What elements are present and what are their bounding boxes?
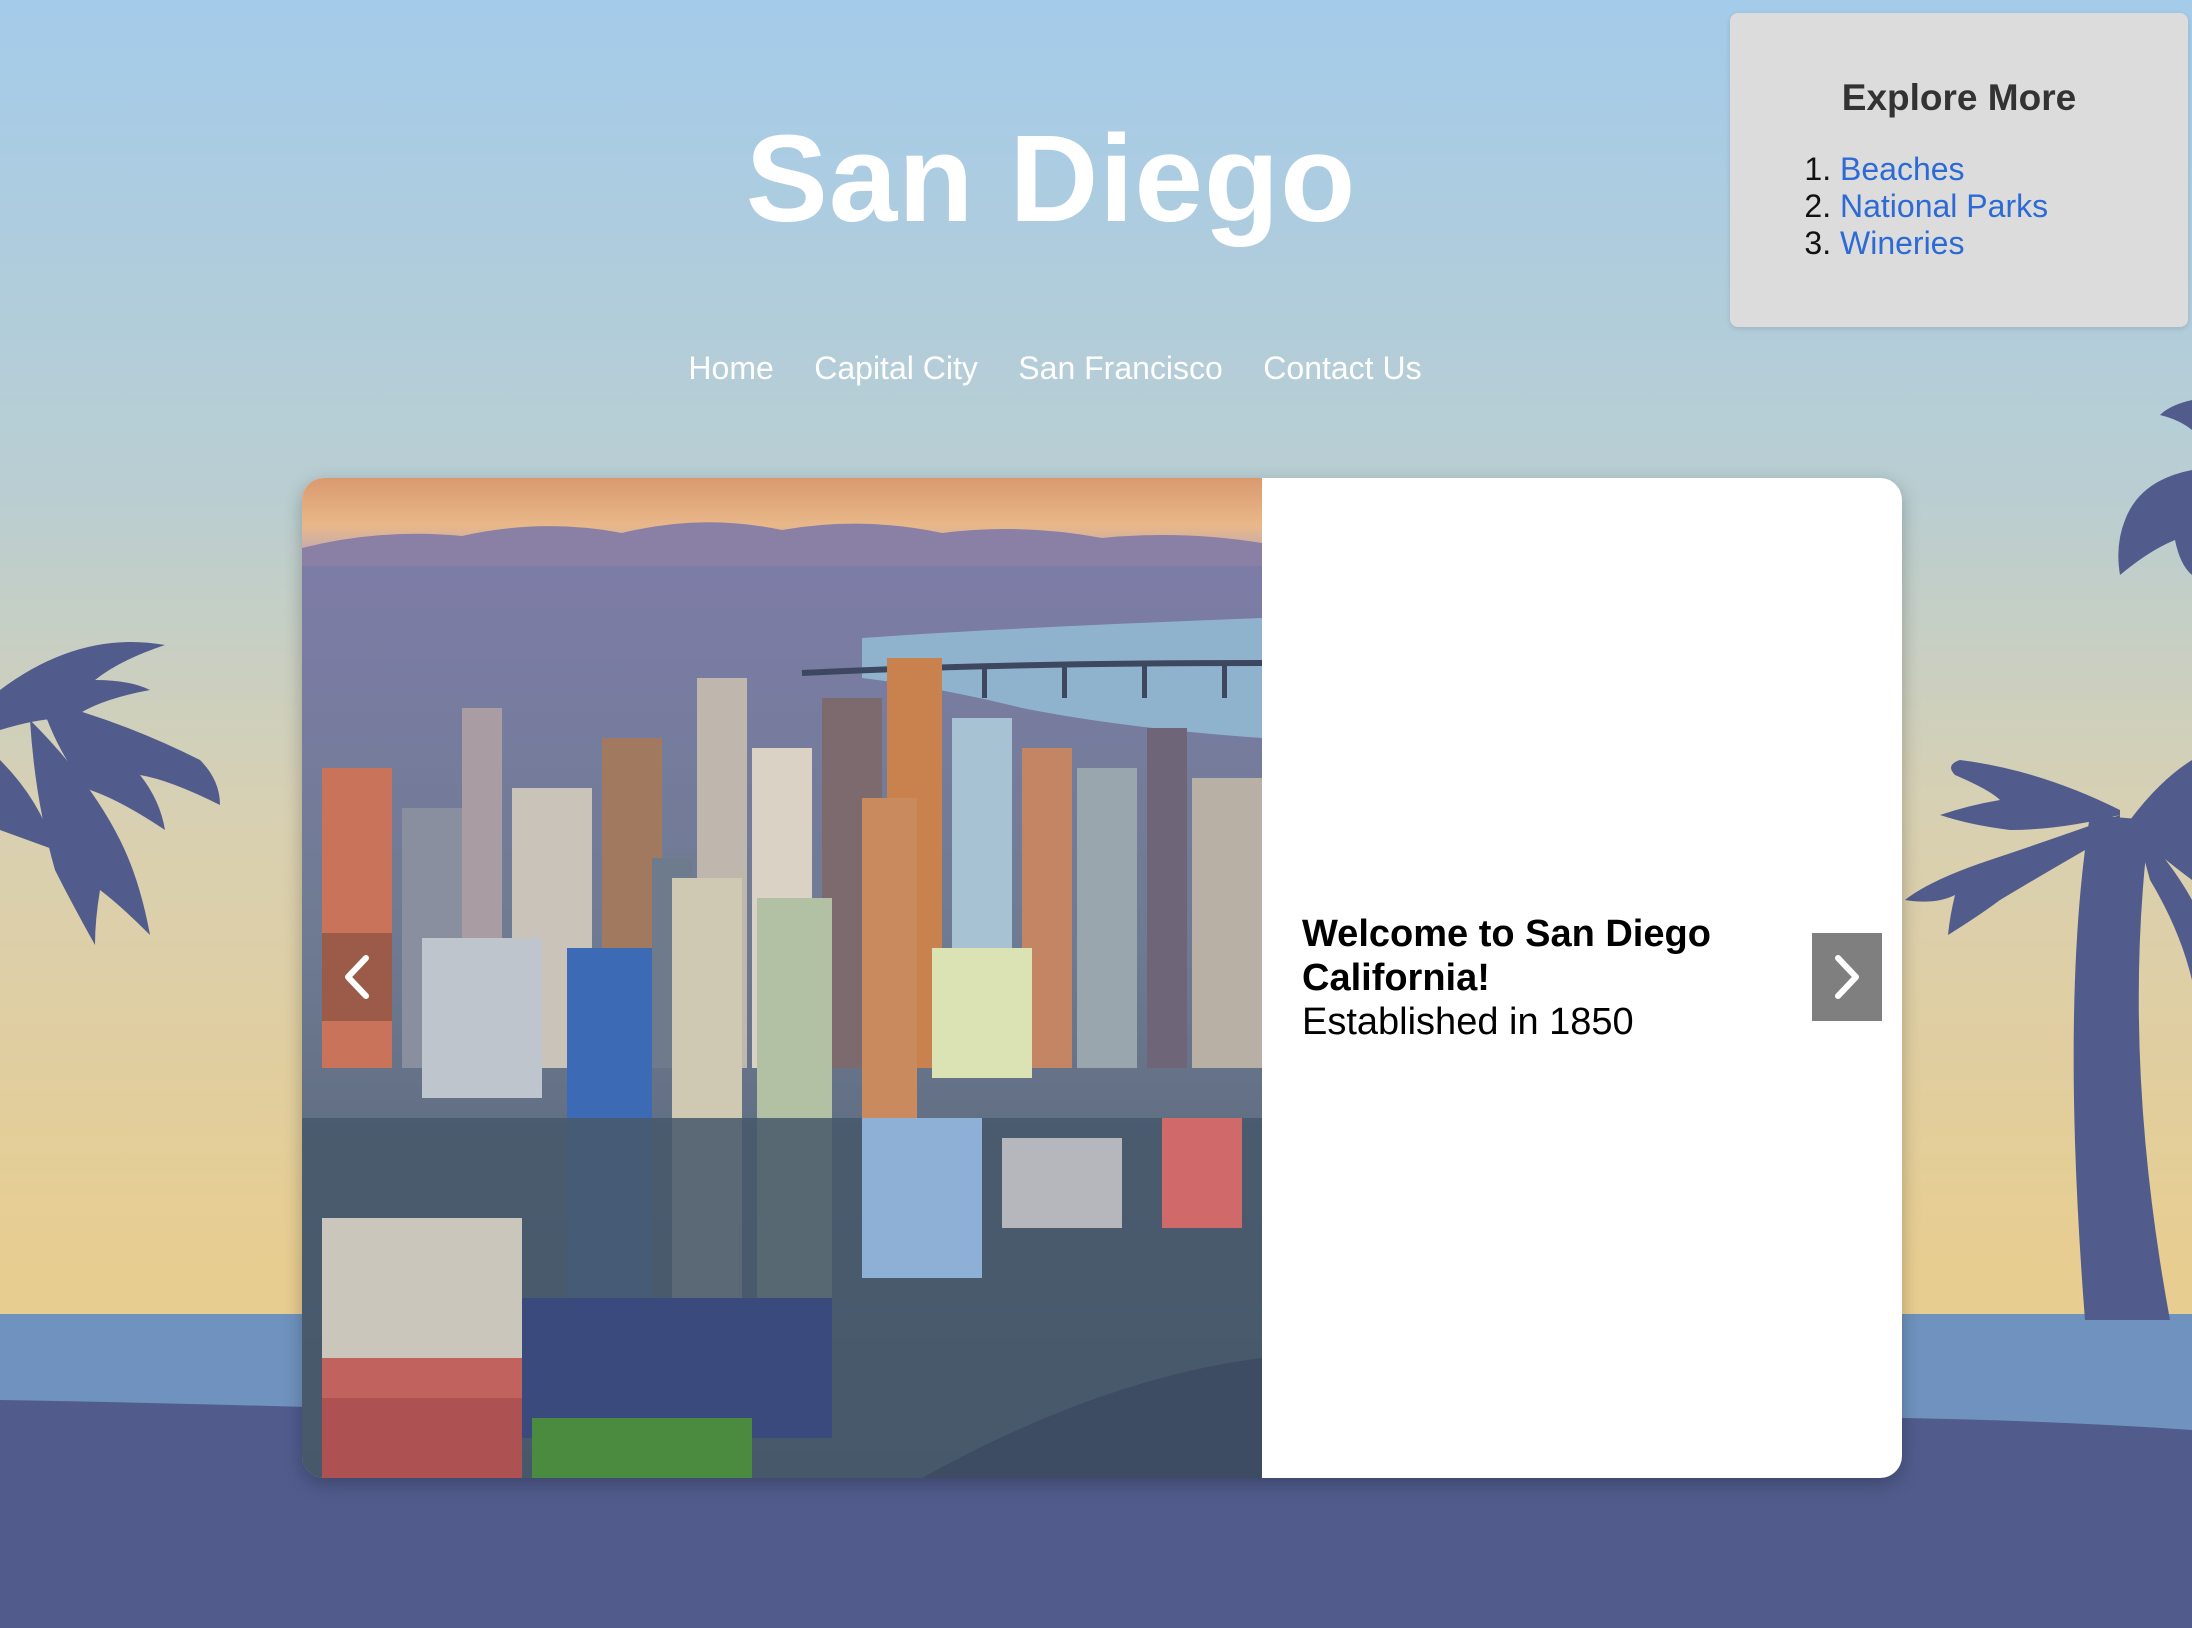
nav-capital-city-link[interactable]: Capital City <box>814 348 978 388</box>
san-diego-city-photo <box>302 478 1262 1478</box>
explore-more-panel: Explore More Beaches National Parks Wine… <box>1730 13 2188 327</box>
beaches-link[interactable]: Beaches <box>1840 151 1965 187</box>
explore-list-item: Beaches <box>1840 151 2048 188</box>
national-parks-link[interactable]: National Parks <box>1840 188 2048 224</box>
slide-caption: Welcome to San Diego California! Establi… <box>1302 912 1862 1044</box>
right-palm-top <box>2118 400 2192 575</box>
explore-more-list: Beaches National Parks Wineries <box>1804 151 2048 262</box>
previous-slide-button[interactable] <box>322 933 392 1021</box>
nav-san-francisco-link[interactable]: San Francisco <box>1018 348 1223 388</box>
right-palm <box>1905 760 2192 1320</box>
main-nav: Home Capital City San Francisco Contact … <box>0 348 2192 388</box>
chevron-left-icon <box>345 955 369 999</box>
slide-heading: Welcome to San Diego California! <box>1302 913 1711 999</box>
explore-more-title: Explore More <box>1841 77 2077 118</box>
nav-contact-us-link[interactable]: Contact Us <box>1263 348 1421 388</box>
nav-home-link[interactable]: Home <box>688 348 773 388</box>
explore-list-item: Wineries <box>1840 225 2048 262</box>
slide-subheading: Established in 1850 <box>1302 1001 1634 1043</box>
slideshow-card: Welcome to San Diego California! Establi… <box>302 478 1902 1478</box>
chevron-right-icon <box>1835 955 1859 999</box>
next-slide-button[interactable] <box>1812 933 1882 1021</box>
left-palm <box>0 642 220 945</box>
explore-list-item: National Parks <box>1840 188 2048 225</box>
wineries-link[interactable]: Wineries <box>1840 225 1964 261</box>
